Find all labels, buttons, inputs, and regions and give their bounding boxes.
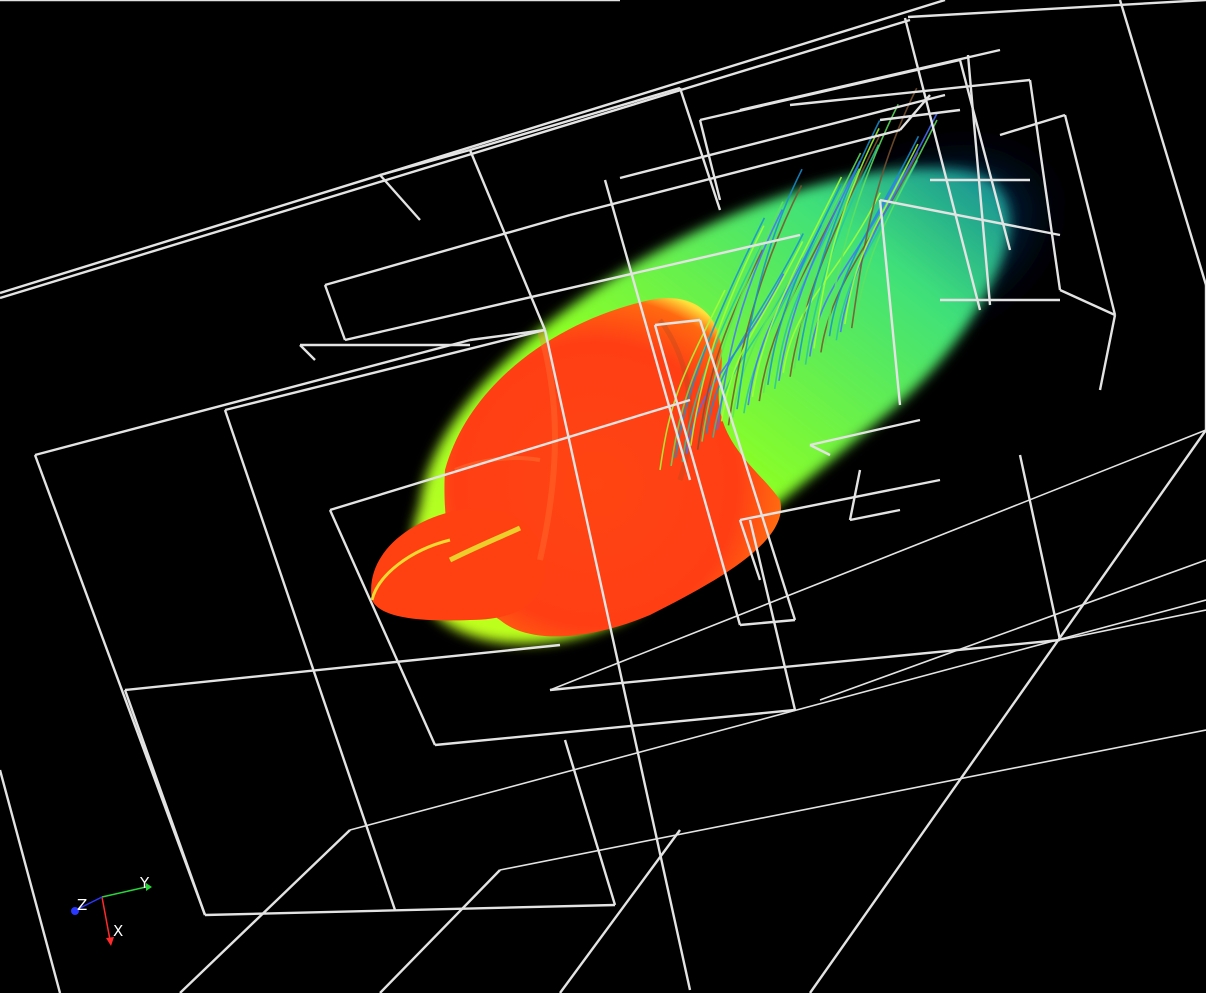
wireframe-edge (124, 643, 561, 692)
axis-x-line (101, 896, 111, 941)
wireframe-edge (678, 87, 722, 211)
axis-z-label: Z (77, 896, 87, 914)
wireframe-edge (879, 108, 961, 122)
wireframe-edge (739, 618, 796, 627)
wireframe-edge (809, 429, 1206, 993)
wireframe-edge (34, 338, 471, 457)
wireframe-edge (299, 344, 316, 361)
wireframe-edge (1059, 609, 1206, 641)
axis-x-label: X (113, 922, 123, 940)
wireframe-edge (999, 113, 1066, 137)
volume-render-scene[interactable]: Y Z X (0, 0, 1206, 993)
wireframe-edge (469, 86, 681, 152)
axis-y-label: Y (139, 874, 150, 892)
wireframe-edge (123, 689, 207, 916)
wireframe-edge (907, 0, 1206, 19)
wireframe-edge (499, 729, 1206, 871)
wireframe-edge (379, 869, 501, 993)
wireframe-edge (0, 769, 62, 993)
wireframe-edge (323, 284, 347, 341)
orientation-axes: Y Z X (71, 874, 152, 946)
wireframe-edge (849, 508, 901, 522)
wireframe-edge (434, 708, 796, 747)
render-viewport[interactable]: Y Z X (0, 0, 1206, 993)
wireframe-edge (848, 469, 862, 521)
wireframe-edge (819, 559, 1206, 701)
wireframe-edge (1118, 0, 1206, 286)
wireframe-edge (1059, 288, 1116, 317)
wireframe-edge (379, 148, 471, 177)
wireframe-edge (223, 409, 397, 911)
wireframe-edge (1063, 114, 1117, 316)
wireframe-edge (379, 174, 421, 221)
wireframe-edge (324, 213, 571, 287)
wireframe-edge (549, 638, 1061, 692)
wireframe-edge (1098, 314, 1117, 391)
wireframe-edge (1018, 454, 1062, 641)
